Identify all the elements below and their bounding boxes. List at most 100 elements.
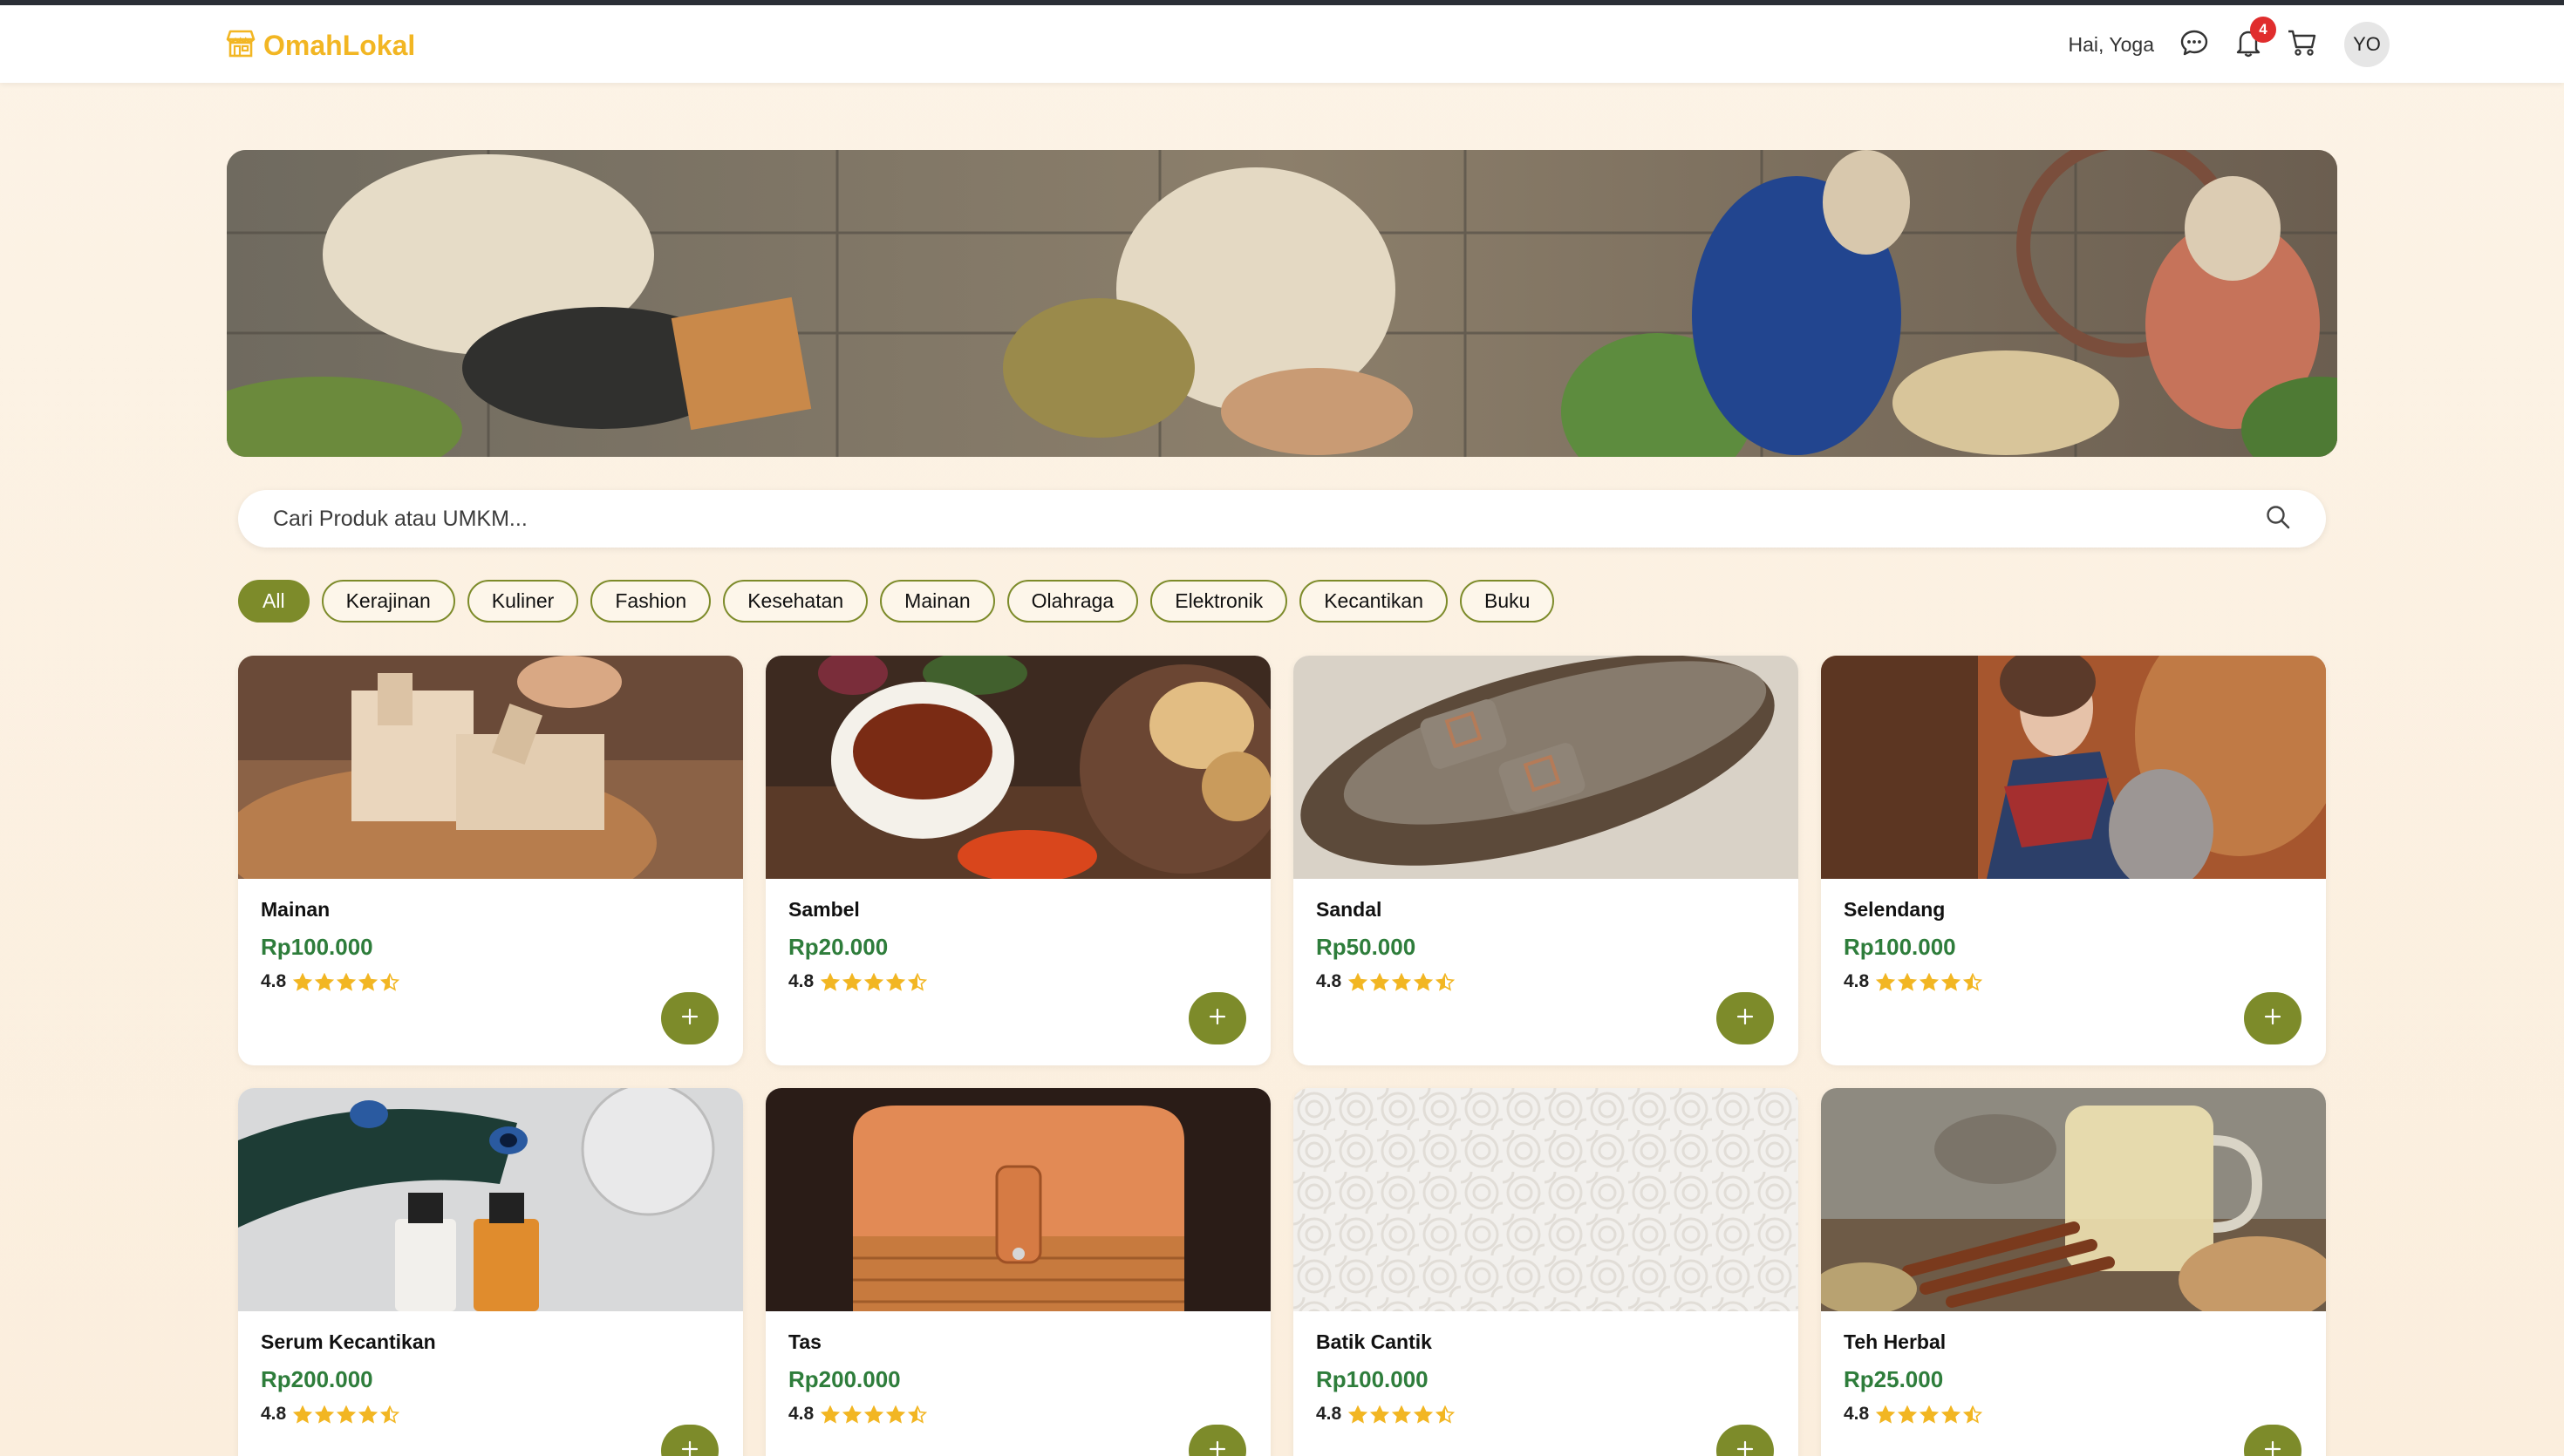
product-price: Rp100.000	[261, 934, 373, 960]
product-card[interactable]: Selendang Rp100.000 4.8	[1821, 656, 2326, 1065]
product-name: Teh Herbal	[1844, 1330, 1947, 1353]
product-name: Selendang	[1844, 898, 1946, 921]
rating-stars	[1348, 1405, 1456, 1424]
star-icon	[1898, 972, 1918, 991]
rating-stars	[1348, 972, 1456, 991]
star-icon	[842, 1405, 863, 1424]
add-to-cart-button[interactable]	[1189, 992, 1246, 1044]
category-chip-kerajinan[interactable]: Kerajinan	[321, 580, 455, 623]
star-icon	[1920, 1405, 1940, 1424]
star-icon	[864, 1405, 884, 1424]
star-icon	[315, 972, 335, 991]
header-actions: Hai, Yoga 4 YO	[2068, 17, 2390, 68]
product-rating: 4.8	[1316, 1404, 1776, 1425]
product-name: Batik Cantik	[1316, 1330, 1432, 1353]
star-icon	[1941, 972, 1961, 991]
star-icon	[1392, 1405, 1412, 1424]
rating-value: 4.8	[1316, 1404, 1342, 1424]
product-card[interactable]: Sandal Rp50.000 4.8	[1293, 656, 1798, 1065]
product-rating: 4.8	[788, 1404, 1248, 1425]
star-icon	[1941, 1405, 1961, 1424]
category-chip-elektronik[interactable]: Elektronik	[1150, 580, 1288, 623]
search-icon[interactable]	[2265, 504, 2291, 534]
star-icon	[1414, 972, 1434, 991]
category-chip-buku[interactable]: Buku	[1460, 580, 1555, 623]
star-icon	[1392, 972, 1412, 991]
star-icon	[1876, 1405, 1896, 1424]
category-chip-mainan[interactable]: Mainan	[880, 580, 995, 623]
product-card[interactable]: Mainan Rp100.000 4.8	[238, 656, 743, 1065]
product-image	[238, 656, 743, 879]
product-name: Sandal	[1316, 898, 1382, 921]
star-icon	[358, 1405, 378, 1424]
add-to-cart-button[interactable]	[661, 992, 719, 1044]
plus-icon	[1735, 1006, 1756, 1031]
star-half-icon	[908, 1405, 928, 1424]
plus-icon	[679, 1439, 700, 1456]
cart-button[interactable]	[2285, 27, 2320, 62]
rating-stars	[293, 972, 400, 991]
rating-stars	[1876, 972, 1983, 991]
rating-value: 4.8	[1844, 971, 1870, 991]
star-icon	[1370, 1405, 1390, 1424]
category-chip-fashion[interactable]: Fashion	[590, 580, 712, 623]
product-image	[238, 1088, 743, 1311]
chat-button[interactable]	[2177, 27, 2212, 62]
product-rating: 4.8	[261, 1404, 720, 1425]
rating-value: 4.8	[1844, 1404, 1870, 1424]
product-image	[1821, 1088, 2326, 1311]
add-to-cart-button[interactable]	[1716, 992, 1774, 1044]
category-chip-kuliner[interactable]: Kuliner	[467, 580, 579, 623]
product-rating: 4.8	[1844, 971, 2303, 992]
notifications-button[interactable]: 4	[2231, 17, 2276, 62]
add-to-cart-button[interactable]	[1189, 1425, 1246, 1456]
star-icon	[842, 972, 863, 991]
chat-icon	[2179, 28, 2209, 62]
product-card[interactable]: Batik Cantik Rp100.000 4.8	[1293, 1088, 1798, 1456]
navbar: OmahLokal Hai, Yoga 4 YO	[0, 5, 2564, 83]
category-filter: All Kerajinan Kuliner Fashion Kesehatan …	[238, 580, 1555, 623]
product-image	[1293, 656, 1798, 879]
avatar[interactable]: YO	[2344, 22, 2390, 67]
rating-stars	[821, 972, 928, 991]
star-icon	[293, 1405, 313, 1424]
cart-icon	[2287, 28, 2318, 62]
greeting-text: Hai, Yoga	[2068, 32, 2154, 56]
category-chip-olahraga[interactable]: Olahraga	[1006, 580, 1139, 623]
star-icon	[293, 972, 313, 991]
product-rating: 4.8	[1844, 1404, 2303, 1425]
hero-banner	[227, 150, 2337, 457]
product-card[interactable]: Serum Kecantikan Rp200.000 4.8	[238, 1088, 743, 1456]
brand-logo[interactable]: OmahLokal	[225, 28, 415, 63]
product-price: Rp50.000	[1316, 934, 1416, 960]
add-to-cart-button[interactable]	[2244, 1425, 2301, 1456]
add-to-cart-button[interactable]	[2244, 992, 2301, 1044]
star-icon	[1920, 972, 1940, 991]
rating-stars	[821, 1405, 928, 1424]
star-icon	[864, 972, 884, 991]
product-name: Tas	[788, 1330, 822, 1353]
product-image	[1821, 656, 2326, 879]
star-icon	[821, 972, 841, 991]
plus-icon	[2262, 1006, 2283, 1031]
star-half-icon	[1963, 972, 1983, 991]
category-chip-all[interactable]: All	[238, 580, 310, 623]
product-card[interactable]: Tas Rp200.000 4.8	[766, 1088, 1271, 1456]
category-chip-kesehatan[interactable]: Kesehatan	[723, 580, 869, 623]
product-price: Rp200.000	[261, 1366, 373, 1392]
product-price: Rp20.000	[788, 934, 889, 960]
product-card[interactable]: Sambel Rp20.000 4.8	[766, 656, 1271, 1065]
add-to-cart-button[interactable]	[1716, 1425, 1774, 1456]
search-input[interactable]	[273, 506, 2265, 532]
star-half-icon	[908, 972, 928, 991]
plus-icon	[1207, 1439, 1228, 1456]
search-bar	[238, 490, 2326, 548]
product-image	[766, 1088, 1271, 1311]
product-card[interactable]: Teh Herbal Rp25.000 4.8	[1821, 1088, 2326, 1456]
category-chip-kecantikan[interactable]: Kecantikan	[1299, 580, 1449, 623]
add-to-cart-button[interactable]	[661, 1425, 719, 1456]
product-name: Sambel	[788, 898, 860, 921]
product-rating: 4.8	[788, 971, 1248, 992]
star-icon	[886, 972, 906, 991]
star-icon	[1370, 972, 1390, 991]
